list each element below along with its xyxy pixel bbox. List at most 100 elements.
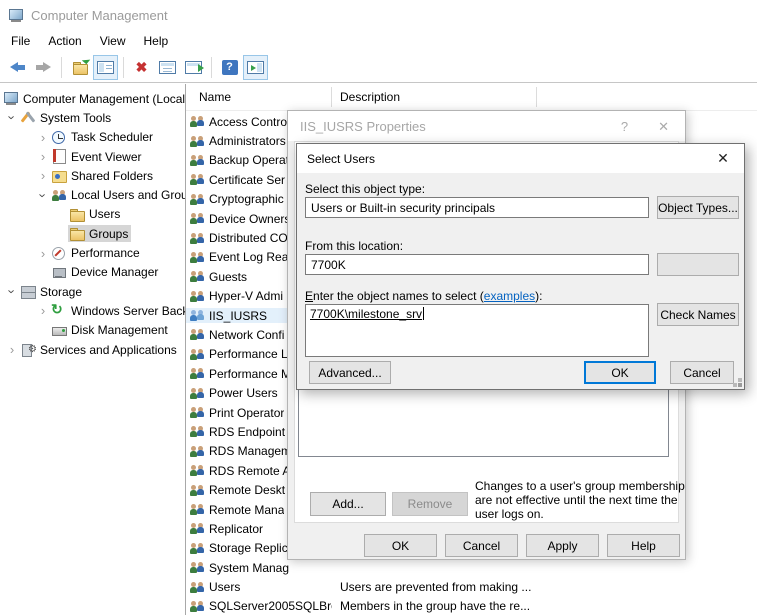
export-list-icon xyxy=(185,60,204,74)
window-titlebar[interactable]: Computer Management xyxy=(0,0,757,30)
action-pane-icon xyxy=(247,60,264,74)
tree-item-computer-management[interactable]: Computer Management (Local) xyxy=(0,89,185,108)
group-icon xyxy=(189,366,205,381)
chevron-collapsed-icon[interactable] xyxy=(36,149,50,164)
text-caret xyxy=(423,307,425,320)
group-icon xyxy=(189,250,205,265)
dialog-help-icon[interactable]: ? xyxy=(621,119,628,135)
column-header-description[interactable]: Description xyxy=(332,87,537,107)
group-icon xyxy=(189,405,205,420)
tree-item-event-viewer[interactable]: Event Viewer xyxy=(0,147,185,166)
resize-grip[interactable] xyxy=(738,383,742,387)
delete-button[interactable]: ✖ xyxy=(129,55,154,80)
tree-item-local-users-and-groups[interactable]: Local Users and Groups xyxy=(0,185,185,204)
folder-icon xyxy=(69,207,85,222)
group-icon xyxy=(189,424,205,439)
object-names-input[interactable]: 7700K\milestone_srv xyxy=(305,304,649,357)
membership-note: Changes to a user's group membership are… xyxy=(475,479,685,521)
window-title: Computer Management xyxy=(31,7,168,23)
chevron-expanded-icon[interactable] xyxy=(5,284,19,299)
object-types-button[interactable]: Object Types... xyxy=(657,196,739,219)
properties-help-button[interactable]: Help xyxy=(607,534,680,557)
column-header-name[interactable]: Name xyxy=(186,87,332,107)
tree-item-shared-folders[interactable]: Shared Folders xyxy=(0,166,185,185)
tree-item-performance[interactable]: Performance xyxy=(0,243,185,262)
help-icon: ? xyxy=(221,59,238,75)
menu-view[interactable]: View xyxy=(91,32,135,50)
menu-help[interactable]: Help xyxy=(135,32,178,50)
back-button[interactable] xyxy=(5,55,30,80)
group-icon-selected xyxy=(189,308,205,323)
locations-button[interactable] xyxy=(657,253,739,276)
tree-item-windows-server-backup[interactable]: Windows Server Backup xyxy=(0,301,185,320)
group-icon xyxy=(189,386,205,401)
select-users-title: Select Users xyxy=(307,151,376,166)
properties-cancel-button[interactable]: Cancel xyxy=(445,534,518,557)
group-icon xyxy=(189,560,205,575)
chevron-collapsed-icon[interactable] xyxy=(36,246,50,261)
chevron-collapsed-icon[interactable] xyxy=(36,303,50,318)
tree-item-task-scheduler[interactable]: Task Scheduler xyxy=(0,128,185,147)
tree-item-device-manager[interactable]: Device Manager xyxy=(0,263,185,282)
tree-item-groups[interactable]: Groups xyxy=(0,224,185,243)
group-icon xyxy=(189,541,205,556)
properties-icon xyxy=(159,60,176,74)
tools-icon xyxy=(20,110,36,125)
location-field[interactable]: 7700K xyxy=(305,254,649,275)
up-one-level-button[interactable] xyxy=(67,55,92,80)
show-action-pane-button[interactable] xyxy=(243,54,268,80)
forward-button[interactable] xyxy=(31,55,56,80)
tree-item-storage[interactable]: Storage xyxy=(0,282,185,301)
delete-x-icon: ✖ xyxy=(135,59,148,75)
properties-button[interactable] xyxy=(155,55,180,80)
folder-up-icon xyxy=(72,55,90,75)
group-icon xyxy=(189,444,205,459)
list-item[interactable]: Users Users are prevented from making ... xyxy=(186,577,757,596)
chevron-collapsed-icon[interactable] xyxy=(36,130,50,145)
menu-file[interactable]: File xyxy=(2,32,39,50)
console-tree-icon xyxy=(97,60,114,74)
dialog-close-icon[interactable]: ✕ xyxy=(658,119,669,135)
tree-item-users[interactable]: Users xyxy=(0,205,185,224)
device-icon xyxy=(51,265,67,280)
object-names-value: 7700K\milestone_srv xyxy=(310,307,423,321)
chevron-collapsed-icon[interactable] xyxy=(36,168,50,183)
group-icon xyxy=(189,153,205,168)
chevron-expanded-icon[interactable] xyxy=(36,188,50,203)
select-users-ok-button[interactable]: OK xyxy=(584,361,656,384)
select-users-titlebar[interactable]: Select Users xyxy=(297,144,744,173)
examples-link[interactable]: examples xyxy=(484,289,535,303)
check-names-button[interactable]: Check Names xyxy=(657,303,739,326)
help-button[interactable]: ? xyxy=(217,55,242,80)
chevron-expanded-icon[interactable] xyxy=(5,110,19,125)
tree-item-disk-management[interactable]: Disk Management xyxy=(0,321,185,340)
drive-stack-icon xyxy=(20,284,36,300)
menu-bar: File Action View Help xyxy=(0,30,757,52)
show-console-tree-button[interactable] xyxy=(93,54,118,80)
object-type-field[interactable]: Users or Built-in security principals xyxy=(305,197,649,218)
properties-apply-button[interactable]: Apply xyxy=(526,534,599,557)
two-users-icon xyxy=(51,188,67,203)
group-icon xyxy=(189,269,205,284)
select-users-cancel-button[interactable]: Cancel xyxy=(670,361,734,384)
computer-icon xyxy=(3,91,19,106)
clock-icon xyxy=(51,130,67,145)
group-icon xyxy=(189,231,205,246)
group-icon xyxy=(189,599,205,614)
list-item[interactable]: SQLServer2005SQLBro...Members in the gro… xyxy=(186,597,757,615)
close-icon[interactable]: ✕ xyxy=(708,148,738,169)
list-item[interactable]: System Manag xyxy=(186,558,757,577)
column-header-blank xyxy=(537,87,757,107)
menu-action[interactable]: Action xyxy=(39,32,90,50)
properties-ok-button[interactable]: OK xyxy=(364,534,437,557)
tree-item-services-and-applications[interactable]: Services and Applications xyxy=(0,340,185,359)
location-label: From this location: xyxy=(305,239,404,253)
forward-icon xyxy=(36,62,51,72)
advanced-button[interactable]: Advanced... xyxy=(309,361,391,384)
chevron-collapsed-icon[interactable] xyxy=(5,342,19,357)
disk-icon xyxy=(51,323,67,338)
tree-item-system-tools[interactable]: System Tools xyxy=(0,108,185,127)
export-list-button[interactable] xyxy=(181,55,206,80)
list-header: Name Description xyxy=(186,84,757,111)
add-button[interactable]: Add... xyxy=(310,492,386,516)
